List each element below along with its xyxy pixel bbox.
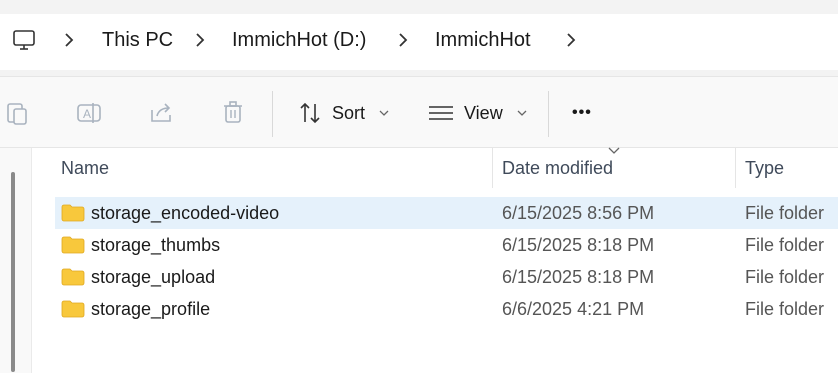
breadcrumb-drive[interactable]: ImmichHot (D:) [232, 29, 366, 52]
file-list-pane: Name Date modified Type storage_encoded-… [0, 147, 838, 373]
chevron-right-icon[interactable] [193, 30, 207, 50]
file-name: storage_profile [91, 298, 211, 319]
column-separator[interactable] [735, 148, 736, 188]
view-label: View [464, 102, 503, 123]
file-type: File folder [745, 266, 825, 287]
table-row[interactable]: storage_profile 6/6/2025 4:21 PM File fo… [55, 293, 838, 325]
computer-icon[interactable] [12, 28, 36, 52]
rename-icon[interactable]: A [76, 100, 102, 126]
more-options-button[interactable]: ••• [572, 95, 592, 131]
column-header-type-label: Type [745, 157, 785, 178]
column-header-name[interactable]: Name [61, 148, 491, 188]
folder-icon [61, 236, 85, 254]
scrollbar-thumb[interactable] [11, 172, 15, 372]
file-name: storage_thumbs [91, 234, 221, 255]
toolbar-divider [548, 91, 549, 137]
file-type: File folder [745, 202, 825, 223]
column-header-name-label: Name [61, 157, 110, 178]
folder-icon [61, 300, 85, 318]
share-icon[interactable] [148, 100, 174, 126]
file-type: File folder [745, 298, 825, 319]
address-bar[interactable]: This PC ImmichHot (D:) ImmichHot [0, 14, 838, 70]
svg-text:A: A [83, 107, 91, 121]
file-rows: storage_encoded-video 6/15/2025 8:56 PM … [55, 197, 838, 325]
view-icon [429, 106, 453, 120]
paste-icon[interactable] [4, 100, 30, 126]
file-date: 6/15/2025 8:18 PM [502, 234, 655, 255]
command-bar: A Sort View ••• [0, 76, 838, 148]
folder-icon [61, 268, 85, 286]
table-row[interactable]: storage_encoded-video 6/15/2025 8:56 PM … [55, 197, 838, 229]
chevron-right-icon[interactable] [62, 30, 76, 50]
file-type: File folder [745, 234, 825, 255]
column-header-type[interactable]: Type [745, 148, 838, 188]
view-button[interactable]: View [428, 95, 527, 131]
chevron-right-icon[interactable] [396, 30, 410, 50]
toolbar-divider [272, 91, 273, 137]
table-row[interactable]: storage_upload 6/15/2025 8:18 PM File fo… [55, 261, 838, 293]
breadcrumb-this-pc[interactable]: This PC [102, 29, 173, 52]
sort-icon [300, 102, 320, 124]
file-date: 6/15/2025 8:18 PM [502, 266, 655, 287]
chevron-down-icon [379, 110, 389, 116]
table-row[interactable]: storage_thumbs 6/15/2025 8:18 PM File fo… [55, 229, 838, 261]
chevron-down-icon [517, 110, 527, 116]
sort-button[interactable]: Sort [298, 95, 389, 131]
folder-icon [61, 204, 85, 222]
file-date: 6/6/2025 4:21 PM [502, 298, 645, 319]
column-header-date-modified[interactable]: Date modified [502, 148, 732, 188]
navigation-pane[interactable] [0, 148, 32, 373]
file-name: storage_encoded-video [91, 202, 280, 223]
delete-icon[interactable] [220, 100, 246, 126]
column-header-date-label: Date modified [502, 157, 614, 178]
file-date: 6/15/2025 8:56 PM [502, 202, 655, 223]
breadcrumb-folder[interactable]: ImmichHot [435, 29, 531, 52]
sort-label: Sort [332, 102, 366, 123]
column-separator[interactable] [492, 148, 493, 188]
chevron-right-icon[interactable] [564, 30, 578, 50]
file-name: storage_upload [91, 266, 216, 287]
more-icon: ••• [572, 104, 592, 121]
